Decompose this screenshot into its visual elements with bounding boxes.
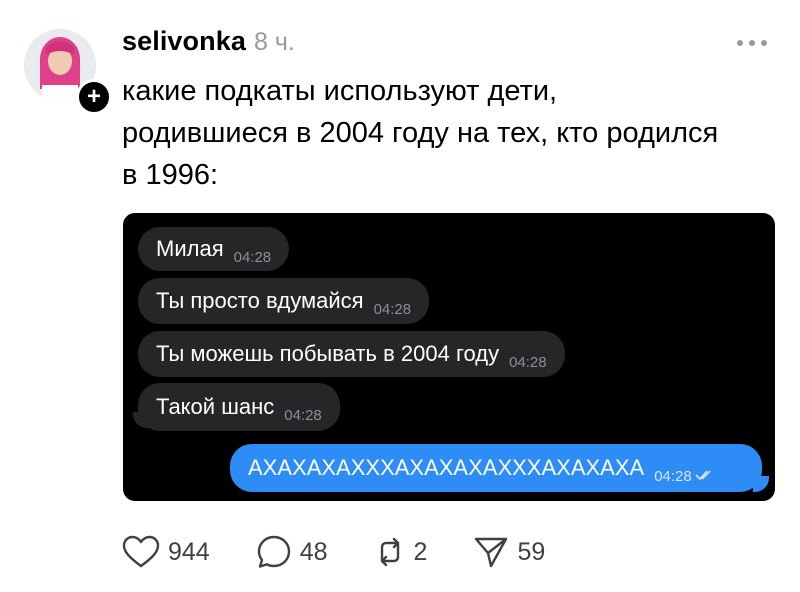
like-button[interactable]: 944 xyxy=(122,535,210,569)
message-text: Ты просто вдумайся xyxy=(156,288,364,313)
paper-plane-icon xyxy=(473,535,509,569)
comment-count: 48 xyxy=(299,537,328,566)
post-actions-bar: 944 48 2 59 xyxy=(122,532,591,572)
post-text: какие подкаты используют дети, родившиес… xyxy=(122,70,787,196)
message-time: 04:28 xyxy=(654,467,692,485)
like-count: 944 xyxy=(168,537,210,566)
message-time: 04:28 xyxy=(373,300,412,318)
repost-button[interactable]: 2 xyxy=(374,535,428,569)
message-text: Ты можешь побывать в 2004 году xyxy=(156,341,500,366)
double-check-icon xyxy=(695,468,715,485)
post-text-line: в 1996: xyxy=(122,159,219,191)
comment-button[interactable]: 48 xyxy=(256,534,328,570)
repost-icon xyxy=(374,535,406,569)
message-text: Такой шанс xyxy=(156,394,275,419)
chat-message-incoming: Такой шанс 04:28 xyxy=(138,383,340,431)
chat-screenshot-image[interactable]: Милая 04:28 Ты просто вдумайся 04:28 Ты … xyxy=(123,213,775,501)
post-header: selivonka 8 ч. xyxy=(122,26,295,60)
follow-plus-button[interactable]: + xyxy=(76,79,112,115)
comment-bubble-icon xyxy=(256,534,292,570)
share-button[interactable]: 59 xyxy=(473,535,545,569)
repost-count: 2 xyxy=(413,537,428,566)
post-time: 8 ч. xyxy=(253,28,295,56)
chat-message-outgoing: АХАХАХАХХХАХАХАХАХХХАХАХАХА 04:28 xyxy=(230,444,762,492)
avatar-container[interactable]: + xyxy=(24,29,112,115)
chat-message-incoming: Ты можешь побывать в 2004 году 04:28 xyxy=(138,331,565,377)
post-text-line: какие подкаты используют дети, xyxy=(122,75,558,107)
more-options-icon[interactable] xyxy=(737,38,769,48)
message-time: 04:28 xyxy=(284,406,322,424)
message-text: Милая xyxy=(156,236,224,261)
chat-message-incoming: Милая 04:28 xyxy=(138,227,290,271)
message-time: 04:28 xyxy=(233,248,272,266)
message-text: АХАХАХАХХХАХАХАХАХХХАХАХАХА xyxy=(248,455,645,480)
heart-icon xyxy=(122,535,160,569)
message-time: 04:28 xyxy=(509,353,547,371)
share-count: 59 xyxy=(517,537,546,566)
chat-message-incoming: Ты просто вдумайся 04:28 xyxy=(138,278,430,324)
post-text-line: родившиеся в 2004 году на тех, кто родил… xyxy=(122,117,719,149)
username[interactable]: selivonka xyxy=(122,26,246,57)
plus-icon: + xyxy=(86,83,101,110)
